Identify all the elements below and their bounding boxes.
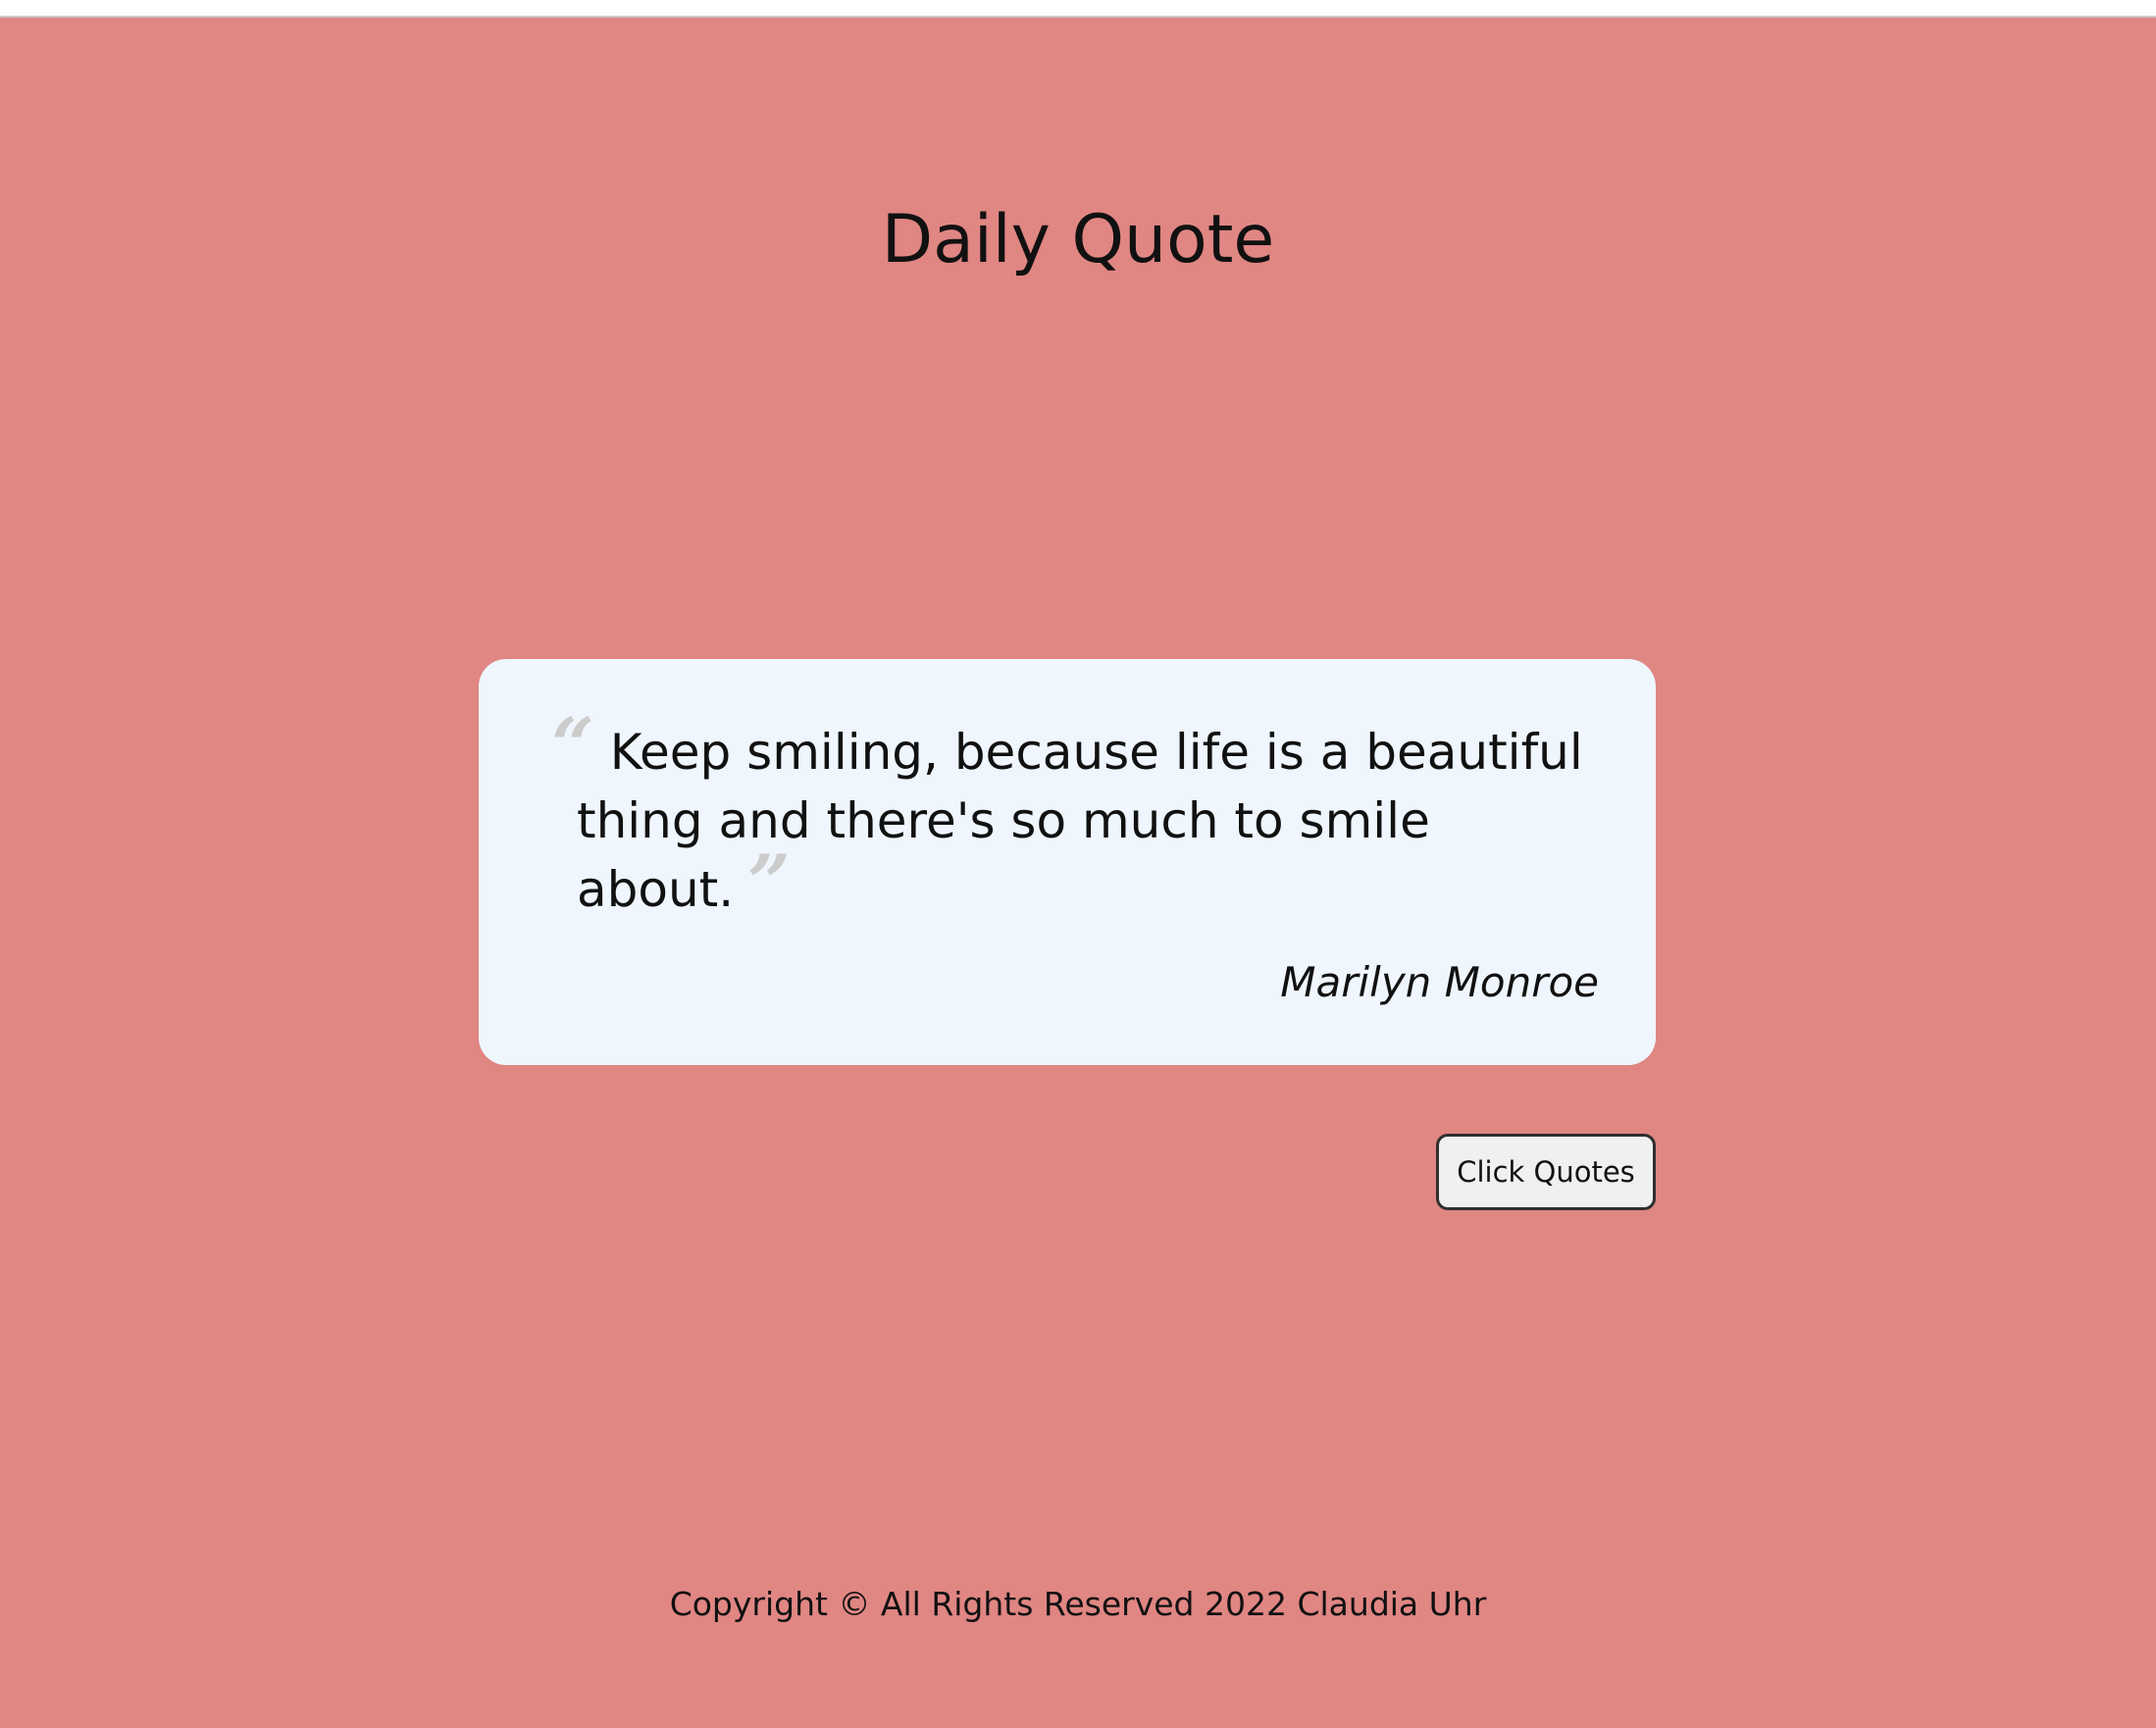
page-title: Daily Quote bbox=[881, 201, 1275, 279]
quote-body: “Keep smiling, because life is a beautif… bbox=[551, 701, 1583, 926]
quote-card: “Keep smiling, because life is a beautif… bbox=[479, 659, 1656, 1065]
footer-copyright: Copyright © All Rights Reserved 2022 Cla… bbox=[669, 1585, 1487, 1623]
top-divider bbox=[0, 0, 2156, 18]
quote-text: Keep smiling, because life is a beautifu… bbox=[577, 724, 1583, 918]
click-quotes-button[interactable]: Click Quotes bbox=[1436, 1134, 1656, 1210]
quote-author: Marilyn Monroe bbox=[1280, 958, 1599, 1006]
